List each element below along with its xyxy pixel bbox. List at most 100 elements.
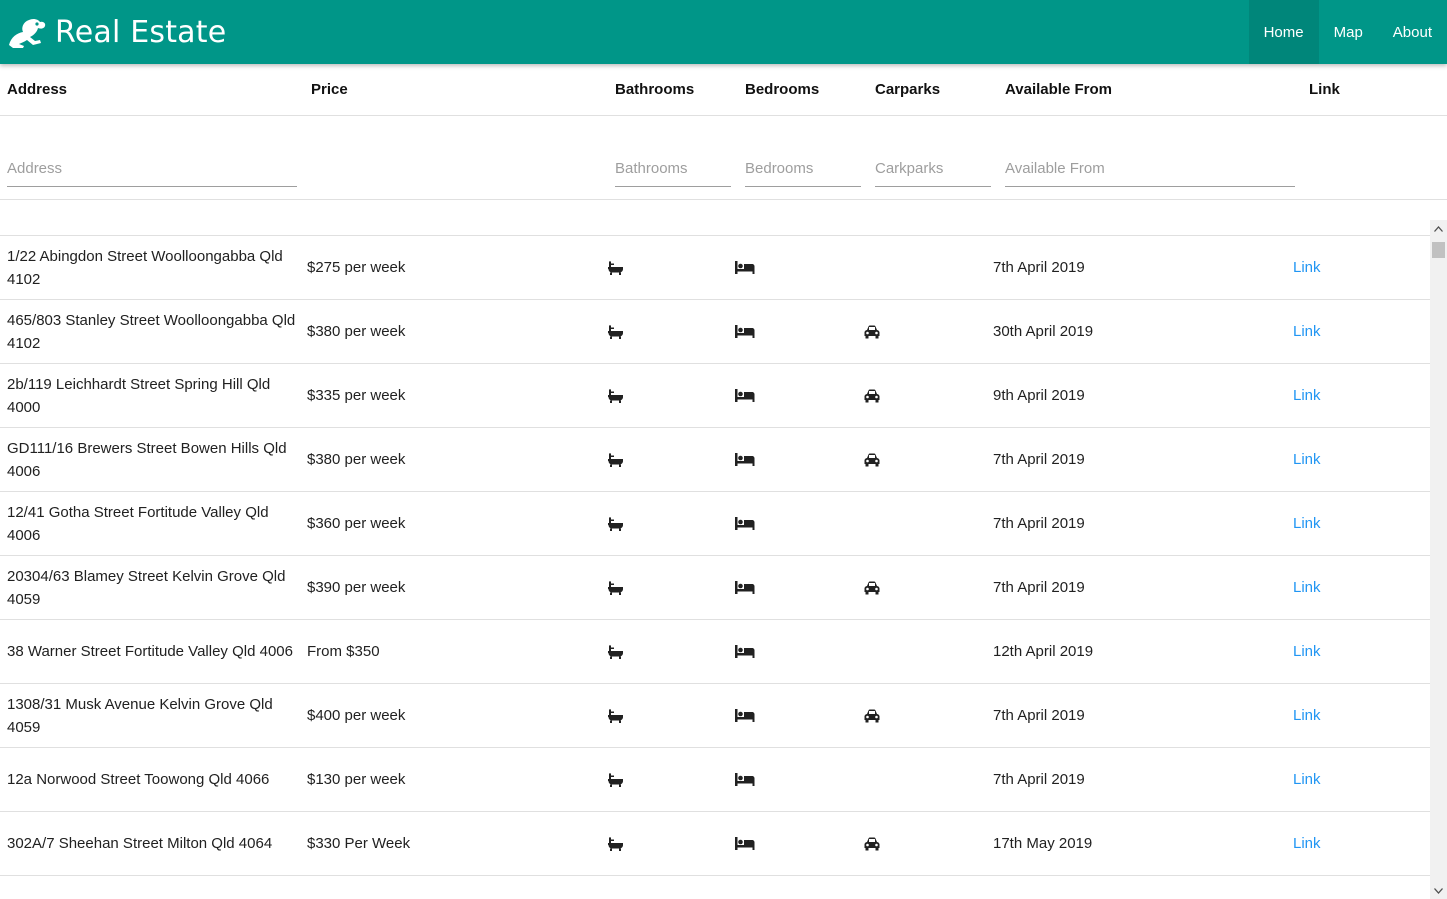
bed-icon (735, 364, 775, 427)
bed-icon (735, 236, 775, 299)
row-price: $380 per week (307, 451, 406, 468)
row-available-from: 30th April 2019 (993, 323, 1094, 340)
table-row: GD111/16 Brewers Street Bowen Hills Qld … (0, 428, 1430, 492)
row-link-cell: Link (1293, 748, 1353, 811)
bath-icon (607, 748, 647, 811)
nav-about[interactable]: About (1378, 0, 1447, 64)
car-icon (864, 428, 904, 491)
row-available-from: 12th April 2019 (993, 643, 1094, 660)
bath-icon (607, 300, 647, 363)
table-row: 465/803 Stanley Street Woolloongabba Qld… (0, 300, 1430, 364)
row-address: GD111/16 Brewers Street Bowen Hills Qld … (7, 439, 287, 480)
brand[interactable]: Real Estate (7, 0, 226, 64)
row-address: 465/803 Stanley Street Woolloongabba Qld… (7, 311, 296, 352)
top-navbar: Real Estate Home Map About (0, 0, 1447, 64)
row-link[interactable]: Link (1293, 576, 1321, 599)
available-from-filter-input[interactable] (1005, 150, 1295, 187)
row-link[interactable]: Link (1293, 832, 1321, 855)
row-address: 302A/7 Sheehan Street Milton Qld 4064 (7, 835, 273, 852)
bath-icon (607, 684, 647, 747)
scroll-thumb[interactable] (1432, 242, 1445, 258)
row-link-cell: Link (1293, 684, 1353, 747)
row-available-from: 17th May 2019 (993, 835, 1093, 852)
row-available-from: 7th April 2019 (993, 707, 1085, 724)
row-link[interactable]: Link (1293, 768, 1321, 791)
row-price: $380 per week (307, 323, 406, 340)
nav-home[interactable]: Home (1248, 0, 1319, 64)
vertical-scrollbar[interactable] (1430, 220, 1447, 899)
header-available-from[interactable]: Available From (1005, 64, 1112, 116)
header-bathrooms[interactable]: Bathrooms (615, 64, 694, 116)
bath-icon (607, 812, 647, 875)
table-row: 12/41 Gotha Street Fortitude Valley Qld … (0, 492, 1430, 556)
row-address: 1308/31 Musk Avenue Kelvin Grove Qld 405… (7, 695, 273, 736)
car-icon (864, 684, 904, 747)
row-link[interactable]: Link (1293, 256, 1321, 279)
row-link[interactable]: Link (1293, 384, 1321, 407)
row-available-from: 7th April 2019 (993, 451, 1085, 468)
car-icon (864, 300, 904, 363)
row-address: 12a Norwood Street Toowong Qld 4066 (7, 771, 270, 788)
row-price: $335 per week (307, 387, 406, 404)
row-price: $390 per week (307, 579, 406, 596)
car-icon (864, 556, 904, 619)
bath-icon (607, 236, 647, 299)
address-filter-input[interactable] (7, 150, 297, 187)
frog-logo-icon (7, 15, 47, 49)
row-price: $400 per week (307, 707, 406, 724)
bed-icon (735, 492, 775, 555)
row-available-from: 7th April 2019 (993, 259, 1085, 276)
row-link-cell: Link (1293, 556, 1353, 619)
main-nav: Home Map About (1248, 0, 1447, 64)
header-carparks[interactable]: Carparks (875, 64, 940, 116)
row-link[interactable]: Link (1293, 448, 1321, 471)
bed-icon (735, 684, 775, 747)
app-title: Real Estate (55, 14, 227, 50)
bath-icon (607, 492, 647, 555)
row-link-cell: Link (1293, 428, 1353, 491)
row-address: 2b/119 Leichhardt Street Spring Hill Qld… (7, 375, 271, 416)
row-price: $330 Per Week (307, 835, 411, 852)
bath-icon (607, 428, 647, 491)
bathrooms-filter-input[interactable] (615, 150, 731, 187)
bed-icon (735, 428, 775, 491)
row-available-from: 7th April 2019 (993, 771, 1085, 788)
header-link[interactable]: Link (1309, 64, 1340, 116)
row-link[interactable]: Link (1293, 512, 1321, 535)
bath-icon (607, 364, 647, 427)
scroll-up-arrow-icon[interactable] (1430, 220, 1447, 237)
row-link-cell: Link (1293, 300, 1353, 363)
bed-icon (735, 748, 775, 811)
header-address[interactable]: Address (7, 64, 67, 116)
table-row: 2b/119 Leichhardt Street Spring Hill Qld… (0, 364, 1430, 428)
bedrooms-filter-input[interactable] (745, 150, 861, 187)
header-price[interactable]: Price (311, 64, 348, 116)
row-address: 38 Warner Street Fortitude Valley Qld 40… (7, 643, 293, 660)
car-icon (864, 812, 904, 875)
table-row: 1/22 Abingdon Street Woolloongabba Qld 4… (0, 236, 1430, 300)
row-address: 20304/63 Blamey Street Kelvin Grove Qld … (7, 567, 286, 608)
table-row: 12a Norwood Street Toowong Qld 4066 $130 … (0, 748, 1430, 812)
car-icon (864, 364, 904, 427)
row-available-from: 7th April 2019 (993, 579, 1085, 596)
scroll-down-arrow-icon[interactable] (1430, 882, 1447, 899)
nav-map[interactable]: Map (1319, 0, 1378, 64)
row-link-cell: Link (1293, 492, 1353, 555)
table-row: 302A/7 Sheehan Street Milton Qld 4064 $33… (0, 812, 1430, 876)
row-link[interactable]: Link (1293, 640, 1321, 663)
row-price: From $350 (307, 643, 380, 660)
table-row: 1308/31 Musk Avenue Kelvin Grove Qld 405… (0, 684, 1430, 748)
table-spacer-row (0, 200, 1447, 236)
row-link-cell: Link (1293, 812, 1353, 875)
row-link-cell: Link (1293, 620, 1353, 683)
bath-icon (607, 556, 647, 619)
row-link[interactable]: Link (1293, 704, 1321, 727)
row-address: 1/22 Abingdon Street Woolloongabba Qld 4… (7, 247, 283, 288)
row-price: $275 per week (307, 259, 406, 276)
carparks-filter-input[interactable] (875, 150, 991, 187)
bath-icon (607, 620, 647, 683)
row-price: $360 per week (307, 515, 406, 532)
row-link[interactable]: Link (1293, 320, 1321, 343)
row-available-from: 7th April 2019 (993, 515, 1085, 532)
header-bedrooms[interactable]: Bedrooms (745, 64, 819, 116)
